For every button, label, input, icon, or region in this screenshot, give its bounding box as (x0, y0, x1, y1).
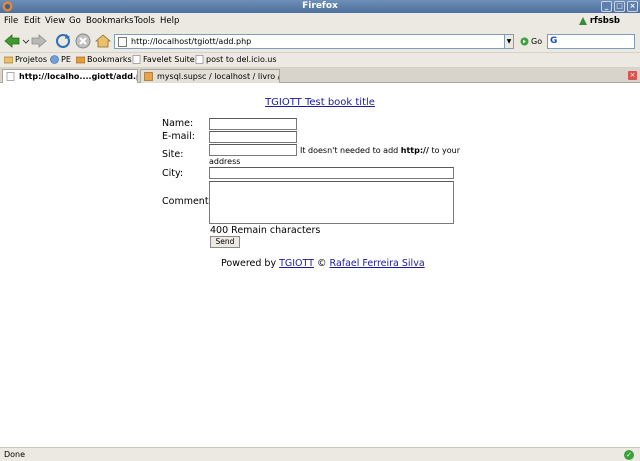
user-name: rfsbsb (589, 16, 620, 26)
menu-file[interactable]: File (4, 16, 18, 26)
stop-icon[interactable] (74, 32, 92, 50)
page-icon (195, 55, 204, 64)
name-input[interactable] (209, 118, 297, 130)
page-content: TGIOTT Test book title Name: E-mail: Sit… (0, 83, 640, 447)
menu-bookmarks[interactable]: Bookmarks (86, 16, 134, 26)
page-icon (132, 55, 141, 64)
back-menu-chevron-icon[interactable] (22, 32, 30, 50)
bookmark-pe[interactable]: PE (50, 55, 71, 64)
window-title: Firefox (302, 1, 338, 11)
city-input[interactable] (209, 167, 454, 179)
send-button[interactable]: Send (210, 236, 240, 248)
minimize-icon[interactable]: _ (601, 1, 612, 12)
bookmark-label: post to del.icio.us (206, 55, 277, 64)
status-text: Done (4, 450, 26, 459)
site-label: Site: (162, 149, 184, 160)
maximize-icon[interactable]: □ (614, 1, 625, 12)
site-hint: It doesn't needed to add http:// to your (300, 146, 460, 155)
user-icon (578, 17, 587, 25)
city-label: City: (162, 168, 184, 179)
bookmark-label: Favelet Suite (143, 55, 195, 64)
menu-tools[interactable]: Tools (134, 16, 155, 26)
phpmyadmin-icon (144, 72, 153, 81)
site-hint-protocol: http:// (400, 146, 429, 155)
tab-label: http://localho....giott/add.php (19, 72, 137, 81)
footer-tgiott-link[interactable]: TGIOTT (279, 258, 314, 269)
url-bar[interactable]: http://localhost/tgiott/add.php ▼ (114, 34, 514, 49)
status-bar: Done ✓ (0, 447, 640, 461)
menu-view[interactable]: View (45, 16, 65, 26)
bookmark-projetos[interactable]: Projetos (4, 55, 47, 64)
reload-icon[interactable] (54, 32, 72, 50)
bookmark-label: PE (61, 55, 71, 64)
close-tab-icon[interactable]: × (628, 71, 637, 80)
folder-icon (4, 56, 13, 64)
email-input[interactable] (209, 131, 297, 143)
bookmark-label: Bookmarks (87, 55, 132, 64)
bookmark-favelet-suite[interactable]: Favelet Suite (132, 55, 195, 64)
footer-powered: Powered by (221, 258, 277, 269)
search-box[interactable]: G (547, 34, 635, 49)
page-icon (118, 37, 127, 47)
tab-label: mysql.supsc / localhost / livro / |... (157, 72, 280, 81)
footer: Powered by TGIOTT © Rafael Ferreira Silv… (221, 258, 425, 269)
site-hint-text: It doesn't needed to add (300, 146, 399, 155)
bookmark-label: Projetos (15, 55, 48, 64)
comment-textarea[interactable] (209, 181, 454, 224)
comment-label: Comment: (162, 196, 212, 207)
page-title: TGIOTT Test book title (0, 97, 640, 108)
menu-go[interactable]: Go (69, 16, 81, 26)
back-icon[interactable] (3, 32, 21, 50)
bookmarks-toolbar: Projetos PE Bookmarks Favelet Suite post… (0, 53, 640, 68)
go-icon (520, 37, 529, 46)
email-label: E-mail: (162, 131, 195, 142)
remaining-characters: 400 Remain characters (210, 225, 321, 236)
user-indicator[interactable]: rfsbsb (578, 16, 620, 26)
forward-icon[interactable] (30, 32, 48, 50)
url-history-dropdown[interactable]: ▼ (504, 34, 514, 49)
menu-help[interactable]: Help (160, 16, 179, 26)
page-icon (6, 72, 15, 81)
window-titlebar: Firefox _ □ × (0, 0, 640, 13)
menu-bar: File Edit View Go Bookmarks Tools Help r… (0, 13, 640, 29)
bookmark-post-to-delicious[interactable]: post to del.icio.us (195, 55, 277, 64)
site-input[interactable] (209, 144, 297, 156)
globe-icon (50, 55, 59, 64)
bookmark-bookmarks[interactable]: Bookmarks (76, 55, 132, 64)
folder-icon (76, 56, 85, 64)
home-icon[interactable] (94, 32, 112, 50)
site-hint-text-end: to your (431, 146, 460, 155)
site-hint-line2: address (209, 157, 241, 166)
go-button[interactable]: Go (520, 37, 542, 46)
url-text[interactable]: http://localhost/tgiott/add.php (131, 37, 251, 46)
close-window-icon[interactable]: × (627, 1, 638, 12)
checkmark-icon: ✓ (624, 450, 634, 460)
menu-edit[interactable]: Edit (24, 16, 40, 26)
go-label: Go (531, 37, 543, 46)
tab-add-php[interactable]: http://localho....giott/add.php (2, 69, 138, 84)
footer-author-link[interactable]: Rafael Ferreira Silva (330, 258, 425, 269)
tab-mysql[interactable]: mysql.supsc / localhost / livro / |... (140, 69, 280, 83)
page-title-link[interactable]: TGIOTT Test book title (265, 97, 375, 108)
name-label: Name: (162, 118, 194, 129)
footer-copyright: © (317, 258, 327, 269)
navigation-toolbar: http://localhost/tgiott/add.php ▼ Go G (0, 29, 640, 53)
tab-strip: http://localho....giott/add.php mysql.su… (0, 68, 640, 84)
google-search-icon: G (550, 36, 558, 46)
